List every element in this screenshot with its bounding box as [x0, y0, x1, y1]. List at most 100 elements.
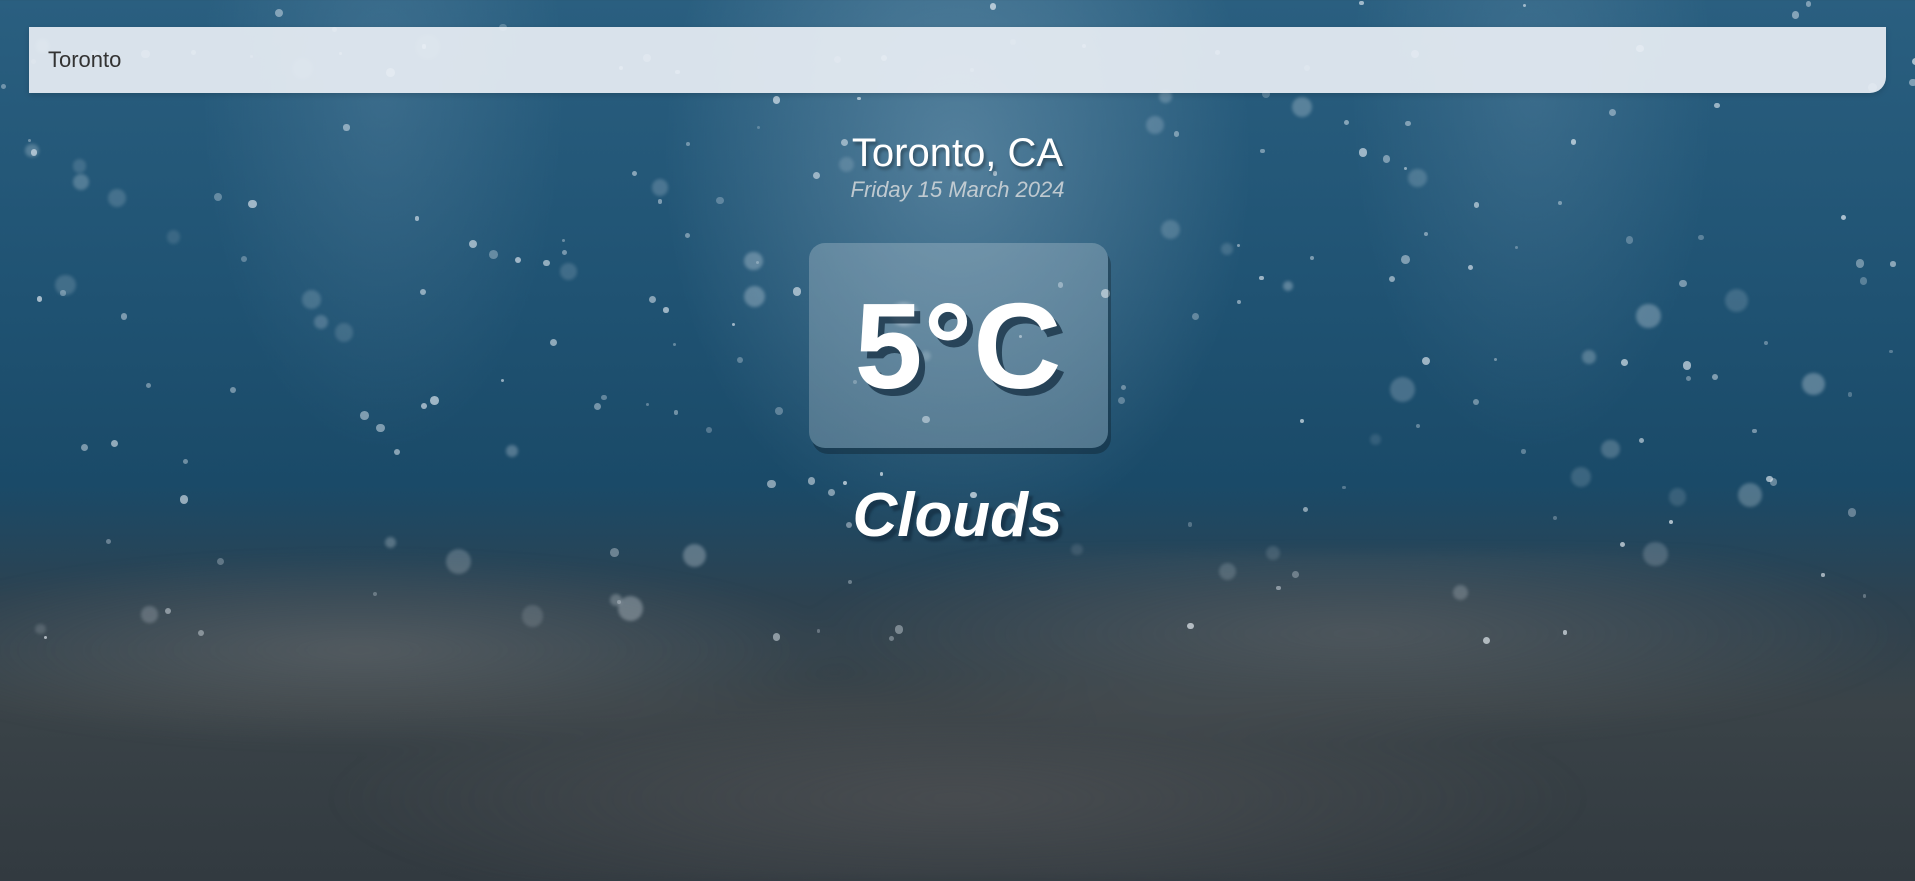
snowflake: [302, 290, 321, 309]
snowflake: [1855, 258, 1865, 268]
snowflake: [1521, 449, 1526, 454]
snowflake: [430, 396, 439, 405]
snowflake: [393, 449, 400, 456]
snowflake: [706, 426, 713, 433]
snowflake: [1889, 349, 1893, 353]
snowflake: [1220, 243, 1233, 256]
snowflake: [1682, 361, 1691, 370]
snowflake: [744, 251, 763, 270]
snowflake: [1493, 358, 1497, 362]
snowflake: [55, 274, 77, 296]
snowflake: [183, 459, 189, 465]
snowflake: [648, 295, 657, 303]
snowflake: [560, 263, 578, 280]
snowflake: [1698, 234, 1704, 241]
snowflake: [376, 423, 385, 433]
snowflake: [313, 314, 329, 330]
snowflake: [1416, 423, 1421, 429]
snowflake: [1841, 214, 1846, 220]
snowflake: [775, 407, 783, 415]
search-bar[interactable]: [29, 27, 1886, 93]
snowflake: [1473, 399, 1480, 406]
snowflake: [989, 3, 997, 11]
snowflake: [561, 249, 567, 255]
snowflake: [1405, 120, 1411, 127]
snowflake: [60, 290, 66, 296]
snowflake: [1299, 418, 1305, 424]
snowflake: [1679, 279, 1688, 288]
temperature-value: 5°C: [854, 277, 1063, 414]
snowflake: [1389, 377, 1416, 403]
snowflake: [1847, 392, 1853, 397]
snowflake: [514, 256, 522, 264]
snowflake: [1237, 244, 1241, 248]
snowflake: [36, 296, 42, 302]
snowflake: [1859, 277, 1868, 285]
snowflake: [241, 256, 248, 263]
snowflake: [1424, 232, 1429, 237]
snowflake: [743, 286, 765, 308]
snow-drift-background: [0, 551, 1915, 881]
snowflake: [1791, 11, 1799, 19]
snowflake: [1310, 255, 1315, 260]
snowflake: [1724, 289, 1748, 313]
snowflake: [672, 343, 676, 347]
snowflake: [1625, 236, 1634, 244]
snowflake: [1909, 78, 1915, 87]
snowflake: [334, 323, 354, 343]
snowflake: [1712, 373, 1719, 380]
snowflake: [731, 322, 735, 327]
snowflake: [146, 382, 152, 388]
snowflake: [737, 357, 744, 364]
snowflake: [166, 230, 180, 244]
snowflake: [857, 96, 861, 101]
snowflake: [468, 239, 477, 249]
snowflake: [1422, 356, 1431, 365]
snowflake: [593, 402, 601, 410]
snowflake: [419, 288, 427, 296]
snowflake: [543, 259, 550, 267]
snowflake: [110, 439, 119, 448]
snowflake: [1752, 428, 1758, 434]
snowflake: [360, 411, 369, 420]
snowflake: [1473, 202, 1480, 208]
snowflake: [1192, 313, 1200, 321]
snowflake: [1763, 340, 1769, 346]
snowflake: [772, 96, 781, 104]
search-input[interactable]: [29, 27, 1886, 93]
snowflake: [1343, 119, 1350, 126]
snowflake: [880, 472, 884, 476]
current-date: Friday 15 March 2024: [850, 177, 1065, 202]
snowflake: [1911, 58, 1915, 66]
snowflake: [414, 216, 420, 221]
snowflake: [645, 403, 649, 407]
snowflake: [1685, 375, 1691, 381]
city-name: Toronto, CA: [851, 131, 1064, 175]
snowflake: [561, 238, 566, 243]
snowflake: [549, 338, 558, 347]
snowflake: [1621, 359, 1629, 367]
snowflake: [1601, 440, 1620, 459]
snowflake: [1369, 434, 1381, 446]
snowflake: [501, 378, 505, 382]
snowflake: [489, 250, 498, 259]
snowflake: [120, 313, 128, 321]
snowflake: [1467, 265, 1473, 271]
snowflake: [1236, 299, 1241, 304]
snowflake: [663, 307, 669, 313]
snowflake: [506, 445, 518, 457]
snowflake: [1388, 276, 1395, 283]
snowflake: [1359, 0, 1364, 5]
snowflake: [1636, 303, 1661, 329]
snowflake: [1120, 385, 1127, 391]
snowflake: [1805, 1, 1812, 7]
snowflake: [229, 386, 237, 394]
snowflake: [274, 8, 283, 17]
snowflake: [601, 394, 607, 400]
snowflake: [1161, 220, 1181, 240]
snowflake: [1522, 4, 1527, 8]
snowflake: [1890, 261, 1896, 267]
snowflake: [80, 444, 88, 452]
temperature-box: 5°C: [809, 243, 1108, 448]
snowflake: [1258, 275, 1264, 281]
